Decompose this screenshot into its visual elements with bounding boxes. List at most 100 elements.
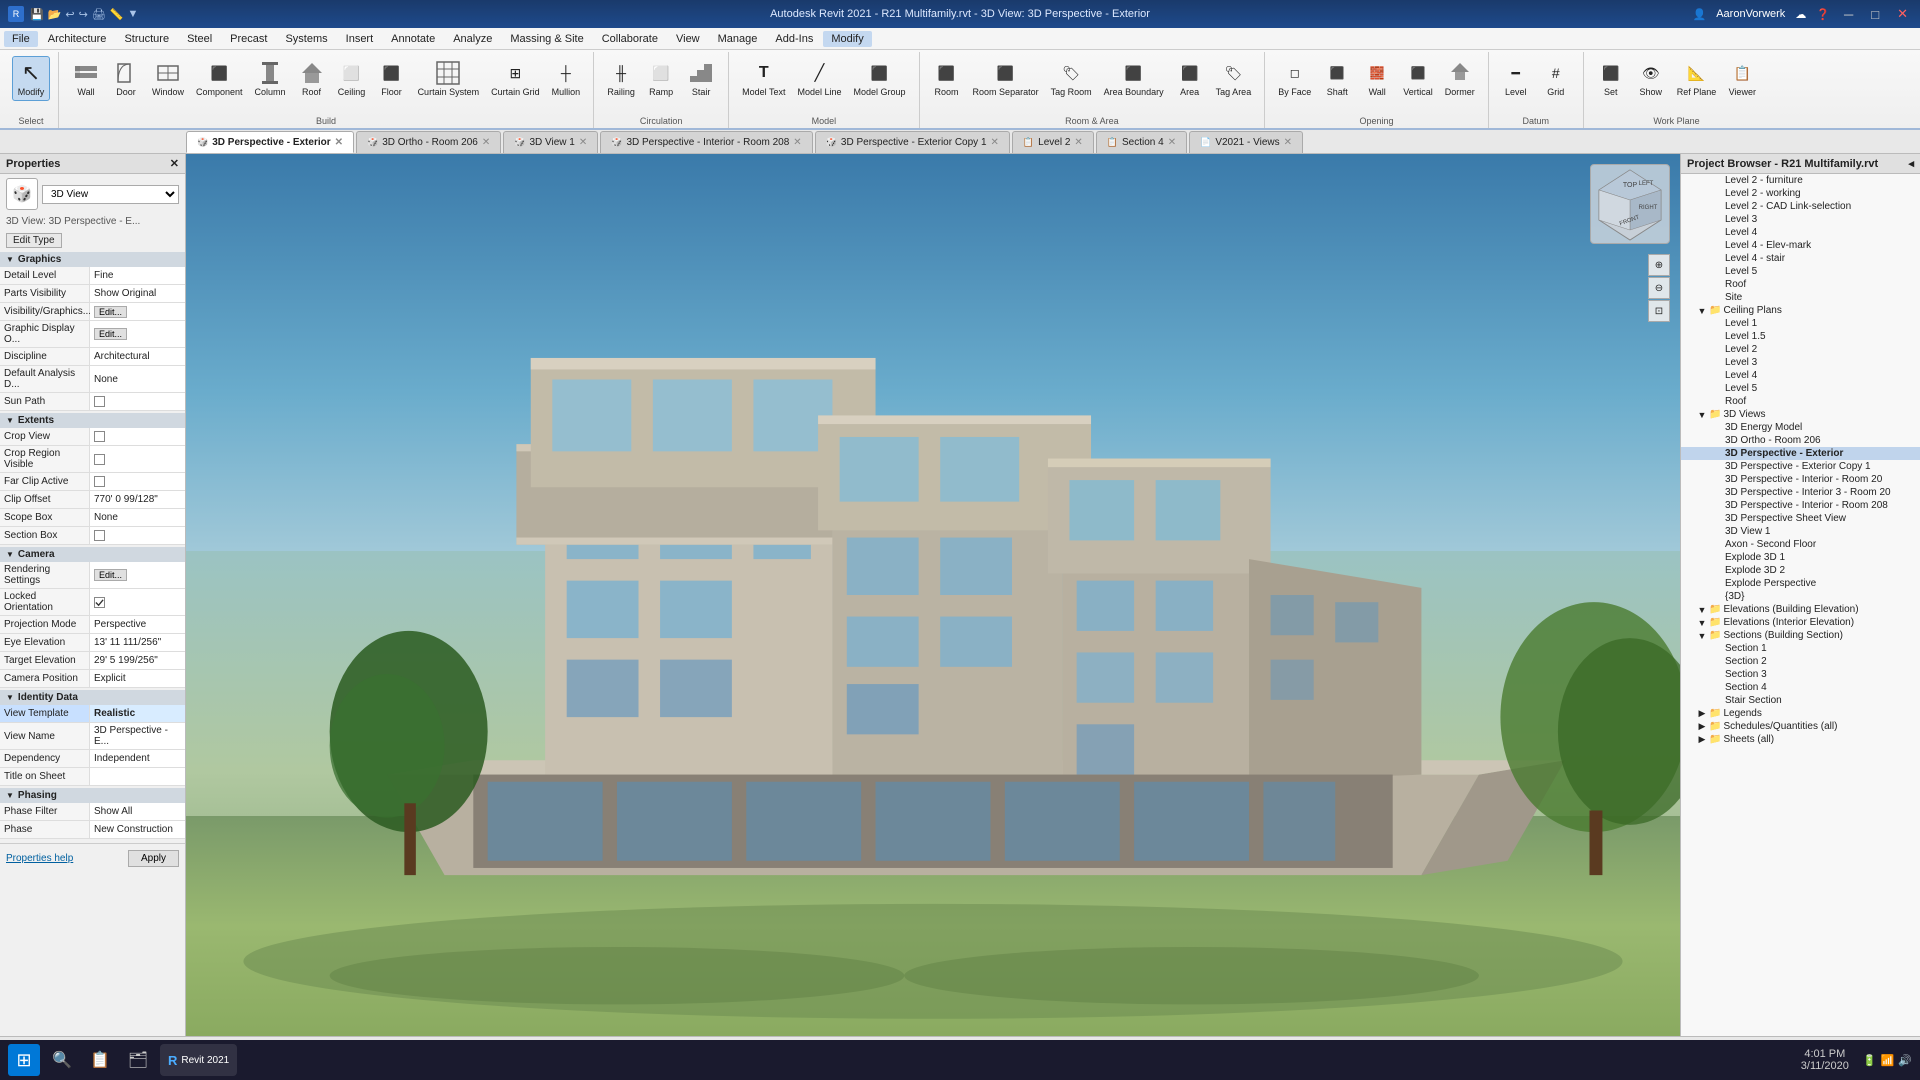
tab-3d-perspective-interior-room208[interactable]: 🎲 3D Perspective - Interior - Room 208 ✕: [600, 131, 812, 153]
edit-type-btn[interactable]: Edit Type: [6, 233, 62, 248]
tree-cp-level4[interactable]: Level 4: [1681, 369, 1920, 382]
menu-precast[interactable]: Precast: [222, 31, 275, 47]
tab-3d-view1[interactable]: 🎲 3D View 1 ✕: [503, 131, 598, 153]
show-btn[interactable]: 👁 Show: [1632, 56, 1670, 101]
camera-position-value[interactable]: Explicit: [90, 670, 185, 687]
menu-architecture[interactable]: Architecture: [40, 31, 115, 47]
menu-manage[interactable]: Manage: [710, 31, 766, 47]
tab-close-btn[interactable]: ✕: [1074, 137, 1082, 148]
menu-massing[interactable]: Massing & Site: [502, 31, 591, 47]
scope-box-value[interactable]: None: [90, 509, 185, 526]
explorer-btn[interactable]: 🗂: [122, 1044, 154, 1076]
minimize-btn[interactable]: ─: [1840, 7, 1857, 22]
tree-schedules[interactable]: ▶ 📁 Schedules/Quantities (all): [1681, 720, 1920, 733]
tree-3d-perspective-sheet[interactable]: 3D Perspective Sheet View: [1681, 512, 1920, 525]
room-separator-btn[interactable]: ⬛ Room Separator: [968, 56, 1044, 101]
target-elevation-value[interactable]: 29' 5 199/256": [90, 652, 185, 669]
tree-cp-level3[interactable]: Level 3: [1681, 356, 1920, 369]
area-btn[interactable]: ⬛ Area: [1171, 56, 1209, 101]
tree-axon-second-floor[interactable]: Axon - Second Floor: [1681, 538, 1920, 551]
model-line-btn[interactable]: ╱ Model Line: [792, 56, 846, 101]
tree-level3[interactable]: Level 3: [1681, 213, 1920, 226]
menu-annotate[interactable]: Annotate: [383, 31, 443, 47]
menu-steel[interactable]: Steel: [179, 31, 220, 47]
far-clip-active-value[interactable]: [90, 473, 185, 490]
tree-level2-working[interactable]: Level 2 - working: [1681, 187, 1920, 200]
dormer-btn[interactable]: Dormer: [1440, 56, 1480, 101]
railing-btn[interactable]: ╫ Railing: [602, 56, 640, 101]
room-btn[interactable]: ⬛ Room: [928, 56, 966, 101]
menu-addins[interactable]: Add-Ins: [767, 31, 821, 47]
viewcube[interactable]: TOP RIGHT FRONT LEFT: [1590, 164, 1670, 244]
tree-roof[interactable]: Roof: [1681, 278, 1920, 291]
wall-btn[interactable]: Wall: [67, 56, 105, 101]
tree-cp-level15[interactable]: Level 1.5: [1681, 330, 1920, 343]
tree-level4[interactable]: Level 4: [1681, 226, 1920, 239]
tab-close-btn[interactable]: ✕: [335, 137, 343, 148]
tree-section3[interactable]: Section 3: [1681, 668, 1920, 681]
tree-3d-default[interactable]: {3D}: [1681, 590, 1920, 603]
level-btn[interactable]: ━ Level: [1497, 56, 1535, 101]
tree-cp-level2[interactable]: Level 2: [1681, 343, 1920, 356]
floor-btn[interactable]: ⬛ Floor: [373, 56, 411, 101]
properties-close-btn[interactable]: ✕: [170, 157, 179, 170]
search-btn[interactable]: 🔍: [46, 1044, 78, 1076]
quick-access-print[interactable]: 🖨: [92, 8, 106, 21]
tree-level2-furniture[interactable]: Level 2 - furniture: [1681, 174, 1920, 187]
tree-sheets[interactable]: ▶ 📁 Sheets (all): [1681, 733, 1920, 746]
menu-insert[interactable]: Insert: [338, 31, 382, 47]
phase-filter-value[interactable]: Show All: [90, 803, 185, 820]
tree-level5[interactable]: Level 5: [1681, 265, 1920, 278]
stair-btn[interactable]: Stair: [682, 56, 720, 101]
tree-cp-level5[interactable]: Level 5: [1681, 382, 1920, 395]
revit-taskbar-btn[interactable]: R Revit 2021: [160, 1044, 237, 1076]
viewer-btn[interactable]: 📋 Viewer: [1723, 56, 1761, 101]
help-btn[interactable]: ❓: [1816, 8, 1830, 21]
component-btn[interactable]: ⬛ Component: [191, 56, 248, 101]
tree-ceiling-plans[interactable]: ▼ 📁 Ceiling Plans: [1681, 304, 1920, 317]
tree-level2-cad[interactable]: Level 2 - CAD Link-selection: [1681, 200, 1920, 213]
modify-btn[interactable]: ↖ Modify: [12, 56, 50, 101]
model-text-btn[interactable]: T Model Text: [737, 56, 790, 101]
tree-level4-elev[interactable]: Level 4 - Elev-mark: [1681, 239, 1920, 252]
sun-path-checkbox[interactable]: [94, 396, 105, 407]
maximize-btn[interactable]: □: [1867, 7, 1883, 22]
cloud-icon[interactable]: ☁: [1795, 8, 1806, 21]
vertical-btn[interactable]: ⬛ Vertical: [1398, 56, 1438, 101]
tree-stair-section[interactable]: Stair Section: [1681, 694, 1920, 707]
ramp-btn[interactable]: ⬜ Ramp: [642, 56, 680, 101]
tab-v2021-views[interactable]: 📄 V2021 - Views ✕: [1189, 131, 1303, 153]
close-btn[interactable]: ✕: [1893, 6, 1912, 22]
tree-section4[interactable]: Section 4: [1681, 681, 1920, 694]
curtain-grid-btn[interactable]: ⊞ Curtain Grid: [486, 56, 545, 101]
area-boundary-btn[interactable]: ⬛ Area Boundary: [1099, 56, 1169, 101]
quick-access-measure[interactable]: 📏: [110, 8, 124, 21]
menu-systems[interactable]: Systems: [277, 31, 335, 47]
detail-level-value[interactable]: Fine: [90, 267, 185, 284]
parts-visibility-value[interactable]: Show Original: [90, 285, 185, 302]
tree-elevations-building[interactable]: ▼ 📁 Elevations (Building Elevation): [1681, 603, 1920, 616]
phase-value[interactable]: New Construction: [90, 821, 185, 838]
view-name-value[interactable]: 3D Perspective - E...: [90, 723, 185, 749]
by-face-btn[interactable]: ◻ By Face: [1273, 56, 1316, 101]
tab-3d-ortho-room206[interactable]: 🎲 3D Ortho - Room 206 ✕: [356, 131, 501, 153]
menu-collaborate[interactable]: Collaborate: [594, 31, 666, 47]
identity-section-header[interactable]: ▼ Identity Data: [0, 690, 185, 705]
tag-room-btn[interactable]: 🏷 Tag Room: [1046, 56, 1097, 101]
view-template-value[interactable]: Realistic: [90, 705, 185, 722]
set-btn[interactable]: ⬛ Set: [1592, 56, 1630, 101]
menu-analyze[interactable]: Analyze: [445, 31, 500, 47]
fit-btn[interactable]: ⊡: [1648, 300, 1670, 322]
camera-section-header[interactable]: ▼ Camera: [0, 547, 185, 562]
properties-help-link[interactable]: Properties help: [6, 853, 73, 864]
tree-3d-ortho-206[interactable]: 3D Ortho - Room 206: [1681, 434, 1920, 447]
far-clip-active-checkbox[interactable]: [94, 476, 105, 487]
menu-view[interactable]: View: [668, 31, 708, 47]
graphic-display-edit-btn[interactable]: Edit...: [94, 328, 127, 340]
tree-explode3d2[interactable]: Explode 3D 2: [1681, 564, 1920, 577]
dependency-value[interactable]: Independent: [90, 750, 185, 767]
phasing-section-header[interactable]: ▼ Phasing: [0, 788, 185, 803]
crop-view-checkbox[interactable]: [94, 431, 105, 442]
tree-site[interactable]: Site: [1681, 291, 1920, 304]
quick-access-open[interactable]: 📂: [48, 8, 62, 21]
